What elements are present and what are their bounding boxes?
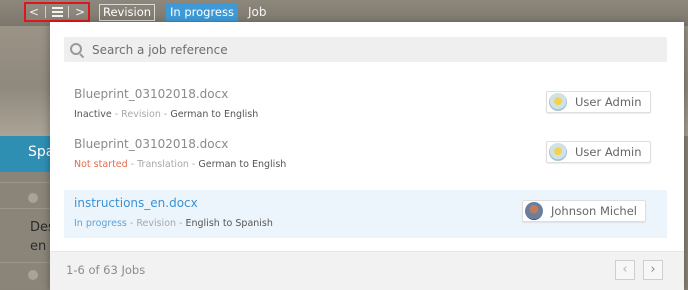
person-icon: [28, 270, 38, 280]
job-title[interactable]: Blueprint_03102018.docx: [74, 137, 228, 151]
assignee-button[interactable]: User Admin: [546, 91, 651, 113]
job-task: Revision: [136, 218, 177, 229]
table-divider: [0, 208, 52, 209]
job-task: Translation: [137, 159, 189, 170]
assignee-button[interactable]: User Admin: [546, 141, 651, 163]
user-admin-avatar: [549, 93, 567, 111]
nav-divider: [44, 6, 46, 18]
job-list-popover: Blueprint_03102018.docx Inactive - Revis…: [50, 22, 684, 290]
background-row-text: en: [30, 239, 47, 254]
status-badge: In progress: [166, 4, 238, 21]
previous-page-button[interactable]: ‹: [615, 260, 635, 280]
assignee-name: User Admin: [575, 95, 642, 109]
job-task: Revision: [121, 109, 161, 120]
job-row[interactable]: Blueprint_03102018.docx Not started - Tr…: [64, 131, 667, 179]
previous-job-button[interactable]: <: [29, 6, 39, 18]
job-status: In progress: [74, 218, 127, 229]
job-row-selected[interactable]: instructions_en.docx In progress - Revis…: [64, 190, 667, 238]
next-job-button[interactable]: >: [75, 6, 85, 18]
job-status: Not started: [74, 159, 128, 170]
user-admin-avatar: [549, 143, 567, 161]
job-languages: German to English: [198, 159, 287, 170]
job-row[interactable]: Blueprint_03102018.docx Inactive - Revis…: [64, 81, 667, 129]
background-table: Des en: [0, 172, 55, 289]
job-count: 1-6 of 63 Jobs: [66, 263, 146, 277]
pagination-footer: 1-6 of 63 Jobs ‹ ›: [50, 251, 684, 290]
job-meta: Inactive - Revision - German to English: [74, 109, 259, 120]
johnson-michel-avatar: [525, 202, 543, 220]
table-divider: [0, 182, 52, 183]
job-navigation: < >: [24, 2, 90, 22]
job-meta: Not started - Translation - German to En…: [74, 159, 287, 170]
breadcrumb-current: Job: [248, 5, 267, 19]
job-meta: In progress - Revision - English to Span…: [74, 218, 273, 229]
next-page-button[interactable]: ›: [643, 260, 663, 280]
search-input[interactable]: [90, 41, 654, 58]
job-status: Inactive: [74, 109, 112, 120]
assignee-button[interactable]: Johnson Michel: [522, 200, 646, 222]
job-languages: English to Spanish: [185, 218, 273, 229]
assignee-name: User Admin: [575, 145, 642, 159]
task-badge: Revision: [99, 4, 156, 21]
assignee-name: Johnson Michel: [551, 204, 637, 218]
job-title[interactable]: Blueprint_03102018.docx: [74, 87, 228, 101]
background-tab: Spa: [0, 136, 54, 172]
search-icon: [70, 42, 84, 57]
job-list-icon[interactable]: [51, 7, 63, 17]
nav-divider: [68, 6, 70, 18]
person-icon: [28, 193, 38, 203]
job-title[interactable]: instructions_en.docx: [74, 196, 198, 210]
search-bar[interactable]: [64, 37, 667, 62]
table-divider: [0, 262, 52, 263]
job-languages: German to English: [170, 109, 259, 120]
